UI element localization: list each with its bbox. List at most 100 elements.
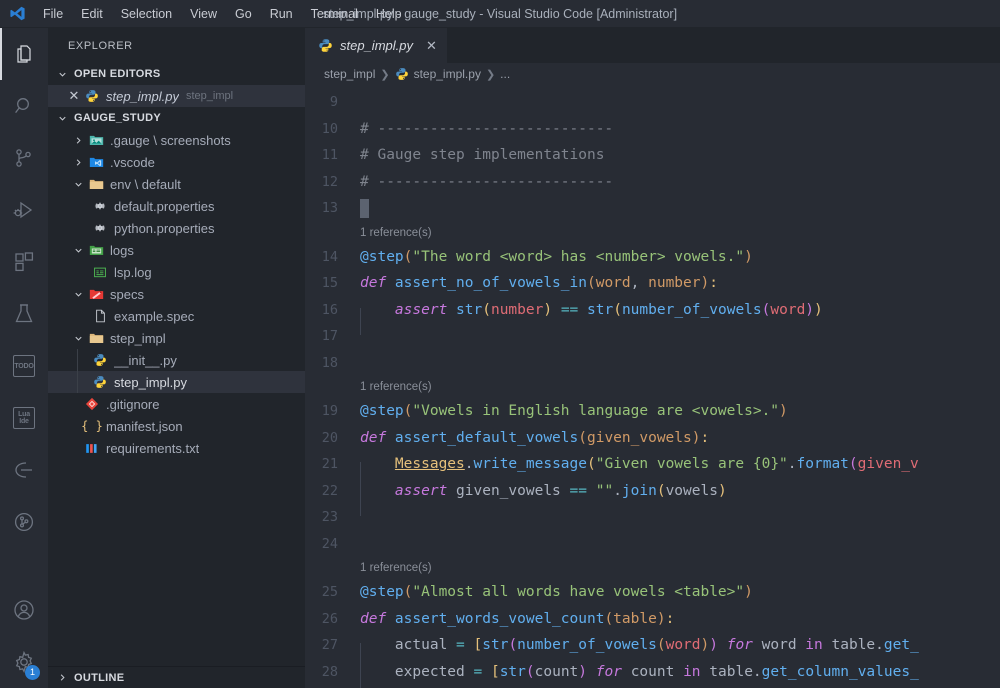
python-icon: [92, 374, 108, 390]
activity-item-testing[interactable]: [0, 288, 48, 340]
open-editor-item-step-impl[interactable]: ✕ step_impl.py step_impl: [48, 85, 305, 107]
code-token: for: [587, 663, 631, 680]
breadcrumb-item-file[interactable]: step_impl.py: [395, 67, 481, 81]
code-line[interactable]: 26 def assert_words_vowel_count(table):: [305, 606, 1000, 633]
code-line[interactable]: 15 def assert_no_of_vowels_in(word, numbe…: [305, 270, 1000, 297]
code-line[interactable]: 24: [305, 531, 1000, 558]
tree-item-specs[interactable]: specs: [48, 283, 305, 305]
code-line[interactable]: 20 def assert_default_vowels(given_vowels…: [305, 425, 1000, 452]
tree-item-env-default[interactable]: env \ default: [48, 173, 305, 195]
menu-go[interactable]: Go: [226, 3, 261, 25]
tree-item-step-impl-folder[interactable]: step_impl: [48, 327, 305, 349]
run-debug-icon: [12, 198, 36, 222]
activity-item-lua-ide[interactable]: Lua Ide: [0, 392, 48, 444]
chevron-down-icon[interactable]: [70, 242, 86, 258]
section-outline[interactable]: OUTLINE: [48, 666, 305, 688]
code-line[interactable]: 9: [305, 89, 1000, 116]
code-line-text: # ---------------------------: [360, 174, 613, 190]
tree-item-vscode[interactable]: .vscode: [48, 151, 305, 173]
lua-ide-icon: Lua Ide: [13, 407, 35, 429]
breadcrumb-item-folder[interactable]: step_impl: [324, 67, 375, 81]
menu-terminal[interactable]: Terminal: [302, 3, 367, 25]
code-token: ): [656, 610, 666, 627]
code-line[interactable]: 18: [305, 350, 1000, 377]
line-number: 26: [321, 610, 338, 627]
tree-item-logs[interactable]: logs: [48, 239, 305, 261]
code-token: (: [586, 275, 596, 292]
code-line[interactable]: 25 @step("Almost all words have vowels <t…: [305, 579, 1000, 606]
tree-item-lsp-log[interactable]: lsp.log: [48, 261, 305, 283]
code-line[interactable]: 12 # ---------------------------: [305, 169, 1000, 196]
code-lens-reference-count[interactable]: 1 reference(s): [305, 376, 1000, 398]
activity-item-explorer[interactable]: [0, 28, 48, 80]
tree-item-gitignore[interactable]: .gitignore: [48, 393, 305, 415]
menu-view[interactable]: View: [181, 3, 226, 25]
code-line[interactable]: 10 # ---------------------------: [305, 116, 1000, 143]
chevron-right-icon[interactable]: [70, 132, 86, 148]
section-workspace[interactable]: GAUGE_STUDY: [48, 107, 305, 129]
tree-item-init-py[interactable]: __init__.py: [48, 349, 305, 371]
section-open-editors[interactable]: OPEN EDITORS: [48, 63, 305, 85]
activity-item-settings[interactable]: 1: [0, 636, 48, 688]
activity-item-extensions[interactable]: [0, 236, 48, 288]
editor-tab-step-impl-py[interactable]: step_impl.py ✕: [305, 28, 447, 63]
line-number: 17: [321, 328, 338, 345]
line-number: 25: [321, 584, 338, 601]
menu-file[interactable]: File: [34, 3, 72, 25]
activity-item-gauge[interactable]: [0, 444, 48, 496]
code-token: # ---------------------------: [360, 120, 614, 137]
code-line[interactable]: 27 actual = [str(number_of_vowels(word))…: [305, 632, 1000, 671]
activity-item-git-graph[interactable]: [0, 496, 48, 548]
activity-item-accounts[interactable]: [0, 584, 48, 636]
code-token: word: [761, 637, 806, 654]
line-number: 21: [321, 456, 338, 473]
code-lens-reference-count[interactable]: 1 reference(s): [305, 557, 1000, 579]
menu-run[interactable]: Run: [261, 3, 302, 25]
line-number: 13: [321, 200, 338, 217]
tree-item-example-spec[interactable]: example.spec: [48, 305, 305, 327]
code-line[interactable]: 17: [305, 323, 1000, 350]
breadcrumb-item-symbol[interactable]: ...: [500, 67, 510, 81]
close-icon[interactable]: ✕: [426, 38, 437, 54]
chevron-right-icon[interactable]: [70, 154, 86, 170]
code-token: in: [805, 637, 832, 654]
code-token: ): [744, 584, 753, 601]
code-line[interactable]: 13: [305, 195, 1000, 222]
chevron-down-icon[interactable]: [70, 176, 86, 192]
code-line[interactable]: 11 # Gauge step implementations: [305, 142, 1000, 169]
activity-item-run-and-debug[interactable]: [0, 184, 48, 236]
code-editor[interactable]: 9 10 # --------------------------- 11 # Gaug…: [305, 85, 1000, 688]
close-icon[interactable]: ✕: [66, 88, 82, 104]
tree-item-step-impl-py[interactable]: step_impl.py: [48, 371, 305, 393]
activity-item-source-control[interactable]: [0, 132, 48, 184]
menu-edit[interactable]: Edit: [72, 3, 112, 25]
tree-item-label: logs: [110, 242, 134, 258]
code-line[interactable]: 23: [305, 504, 1000, 531]
tree-item-manifest-json[interactable]: { } manifest.json: [48, 415, 305, 437]
tree-item-gauge-screenshots[interactable]: .gauge \ screenshots: [48, 129, 305, 151]
code-line-text: expected = [str(count) for count in tabl…: [360, 663, 919, 688]
tree-item-default-properties[interactable]: default.properties: [48, 195, 305, 217]
code-token: .: [613, 482, 622, 499]
code-line[interactable]: 28 expected = [str(count) for count in t…: [305, 659, 1000, 688]
code-line[interactable]: 22 assert given_vowels == "".join(vowels…: [305, 478, 1000, 516]
menu-bar[interactable]: File Edit Selection View Go Run Terminal…: [34, 3, 411, 25]
code-line[interactable]: 14 @step("The word <word> has <number> vo…: [305, 244, 1000, 271]
activity-item-search[interactable]: [0, 80, 48, 132]
code-lens-reference-count[interactable]: 1 reference(s): [305, 222, 1000, 244]
menu-selection[interactable]: Selection: [112, 3, 181, 25]
chevron-down-icon[interactable]: [70, 286, 86, 302]
tree-item-label: env \ default: [110, 176, 181, 192]
code-token: ==: [560, 482, 596, 499]
tree-item-python-properties[interactable]: python.properties: [48, 217, 305, 239]
chevron-down-icon[interactable]: [70, 330, 86, 346]
code-line[interactable]: 21 Messages.write_message("Given vowels …: [305, 451, 1000, 490]
code-line[interactable]: 16 assert str(number) == str(number_of_v…: [305, 297, 1000, 335]
line-number: 27: [321, 637, 338, 654]
activity-bar: TODO Lua Ide 1: [0, 28, 48, 688]
code-line[interactable]: 19 @step("Vowels in English language are …: [305, 398, 1000, 425]
menu-help[interactable]: Help: [367, 3, 411, 25]
activity-item-todo-tree[interactable]: TODO: [0, 340, 48, 392]
tree-item-requirements-txt[interactable]: requirements.txt: [48, 437, 305, 459]
code-token: # ---------------------------: [360, 173, 614, 190]
